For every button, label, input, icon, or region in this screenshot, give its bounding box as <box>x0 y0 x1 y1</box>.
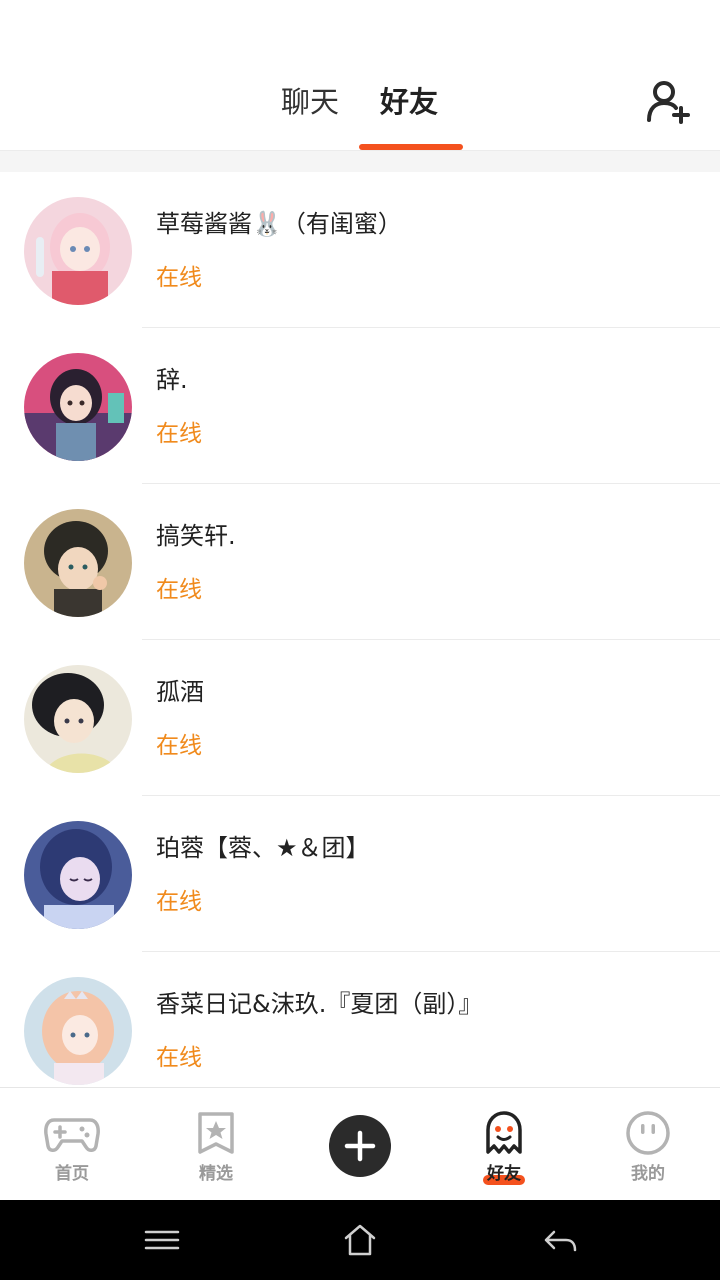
nav-label: 我的 <box>631 1164 665 1184</box>
avatar[interactable] <box>24 509 132 617</box>
friend-status: 在线 <box>156 1045 202 1071</box>
friend-name: 孤酒 <box>156 678 204 706</box>
avatar[interactable] <box>24 197 132 305</box>
friend-row[interactable]: 香菜日记&沫玖.『夏团（副）』 在线 <box>0 952 720 1087</box>
friend-status: 在线 <box>156 889 202 915</box>
friend-row[interactable]: 草莓酱酱🐰（有闺蜜） 在线 <box>0 172 720 328</box>
bottom-nav: 首页 精选 好友 我的 <box>0 1087 720 1200</box>
nav-friends[interactable]: 好友 <box>432 1088 576 1201</box>
friend-row[interactable]: 孤酒 在线 <box>0 640 720 796</box>
friend-status: 在线 <box>156 265 202 291</box>
plus-icon <box>344 1130 376 1162</box>
avatar[interactable] <box>24 977 132 1085</box>
friend-row[interactable]: 搞笑轩. 在线 <box>0 484 720 640</box>
friend-name: 香菜日记&沫玖.『夏团（副）』 <box>156 990 483 1018</box>
friend-status: 在线 <box>156 577 202 603</box>
back-icon[interactable] <box>540 1220 580 1260</box>
tab-chat[interactable]: 聊天 <box>281 82 339 122</box>
gamepad-icon <box>44 1118 100 1152</box>
nav-label: 好友 <box>487 1164 521 1184</box>
header-divider <box>0 150 720 172</box>
friend-name: 珀蓉【蓉、★＆团】 <box>156 834 370 862</box>
friend-name: 辞. <box>156 366 188 394</box>
system-nav-bar <box>0 1200 720 1280</box>
friend-name: 草莓酱酱🐰（有闺蜜） <box>156 210 402 238</box>
friend-list: 草莓酱酱🐰（有闺蜜） 在线 辞. 在线 搞笑轩. 在线 孤酒 在线 珀蓉【蓉、★… <box>0 172 720 1087</box>
top-header: 聊天 好友 <box>0 0 720 150</box>
nav-me[interactable]: 我的 <box>576 1088 720 1201</box>
star-bookmark-icon <box>198 1112 234 1154</box>
friend-row[interactable]: 辞. 在线 <box>0 328 720 484</box>
home-icon[interactable] <box>340 1220 380 1260</box>
avatar[interactable] <box>24 665 132 773</box>
avatar[interactable] <box>24 821 132 929</box>
add-friend-button[interactable] <box>644 78 692 126</box>
friend-status: 在线 <box>156 421 202 447</box>
nav-label: 首页 <box>55 1164 89 1184</box>
avatar[interactable] <box>24 353 132 461</box>
face-icon <box>626 1111 670 1155</box>
menu-icon[interactable] <box>142 1220 182 1260</box>
nav-featured[interactable]: 精选 <box>144 1088 288 1201</box>
add-user-icon <box>647 81 690 124</box>
friend-row[interactable]: 珀蓉【蓉、★＆团】 在线 <box>0 796 720 952</box>
ghost-icon <box>486 1111 522 1154</box>
friend-status: 在线 <box>156 733 202 759</box>
nav-label: 精选 <box>199 1164 233 1184</box>
create-button[interactable] <box>329 1115 391 1177</box>
friend-name: 搞笑轩. <box>156 522 236 550</box>
tab-friends[interactable]: 好友 <box>380 82 438 122</box>
nav-home[interactable]: 首页 <box>0 1088 144 1201</box>
